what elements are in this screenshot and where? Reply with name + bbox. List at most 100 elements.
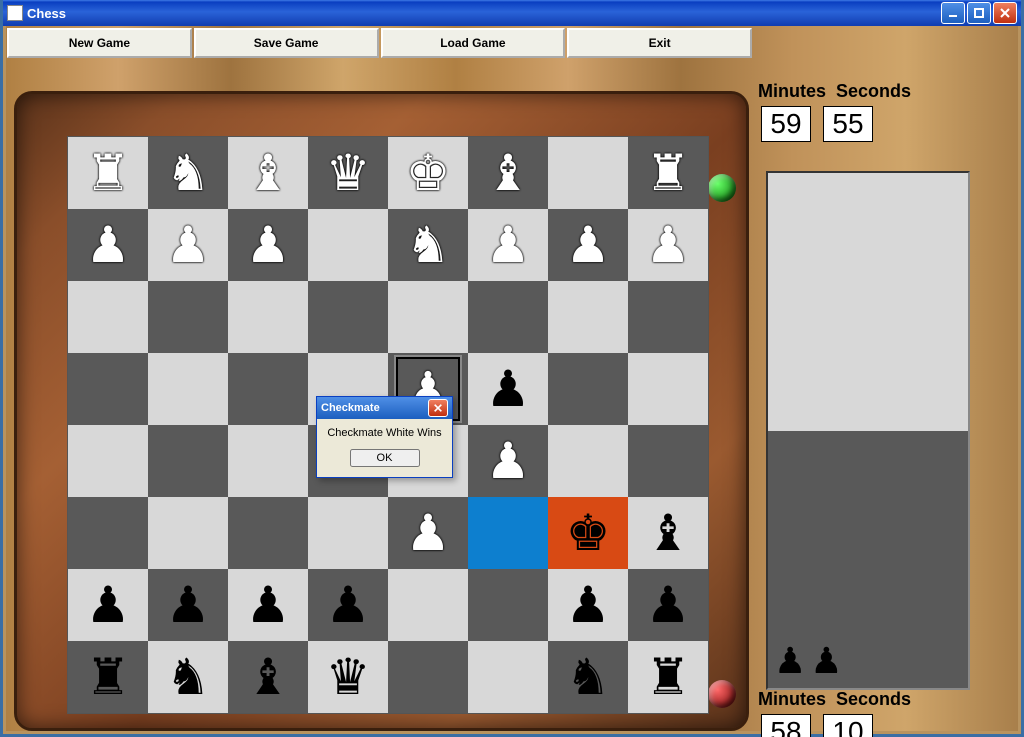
save-game-button[interactable]: Save Game [194, 28, 379, 58]
square-a1[interactable]: ♜ [68, 641, 148, 713]
captured-panel: ♟♟ [766, 171, 970, 690]
square-h8[interactable]: ♜ [628, 137, 708, 209]
square-b5[interactable] [148, 353, 228, 425]
square-g1[interactable]: ♞ [548, 641, 628, 713]
white-p-piece: ♟ [246, 220, 291, 270]
square-a4[interactable] [68, 425, 148, 497]
checkmate-dialog: Checkmate Checkmate White Wins OK [316, 396, 453, 478]
square-b6[interactable] [148, 281, 228, 353]
square-a3[interactable] [68, 497, 148, 569]
square-g7[interactable]: ♟ [548, 209, 628, 281]
dialog-titlebar[interactable]: Checkmate [317, 397, 452, 419]
square-a5[interactable] [68, 353, 148, 425]
square-c6[interactable] [228, 281, 308, 353]
titlebar[interactable]: Chess [3, 0, 1021, 26]
load-game-button[interactable]: Load Game [381, 28, 566, 58]
square-d2[interactable]: ♟ [308, 569, 388, 641]
square-e3[interactable]: ♟ [388, 497, 468, 569]
square-d3[interactable] [308, 497, 388, 569]
square-c1[interactable]: ♝ [228, 641, 308, 713]
square-d8[interactable]: ♛ [308, 137, 388, 209]
white-n-piece: ♞ [406, 220, 451, 270]
black-seconds-value: 10 [823, 714, 873, 737]
square-h1[interactable]: ♜ [628, 641, 708, 713]
black-p-piece: ♟ [486, 364, 531, 414]
square-e1[interactable] [388, 641, 468, 713]
square-c5[interactable] [228, 353, 308, 425]
white-q-piece: ♛ [326, 148, 371, 198]
square-d7[interactable] [308, 209, 388, 281]
white-turn-led [708, 174, 736, 202]
square-e8[interactable]: ♚ [388, 137, 468, 209]
square-d6[interactable] [308, 281, 388, 353]
white-p-piece: ♟ [406, 508, 451, 558]
square-b7[interactable]: ♟ [148, 209, 228, 281]
square-g3[interactable]: ♚ [548, 497, 628, 569]
square-b4[interactable] [148, 425, 228, 497]
square-f6[interactable] [468, 281, 548, 353]
white-p-piece: ♟ [486, 220, 531, 270]
close-button[interactable] [993, 2, 1017, 24]
square-h6[interactable] [628, 281, 708, 353]
app-icon [7, 5, 23, 21]
square-a7[interactable]: ♟ [68, 209, 148, 281]
square-c4[interactable] [228, 425, 308, 497]
new-game-button[interactable]: New Game [7, 28, 192, 58]
square-g4[interactable] [548, 425, 628, 497]
square-g8[interactable] [548, 137, 628, 209]
square-g6[interactable] [548, 281, 628, 353]
square-g5[interactable] [548, 353, 628, 425]
square-f7[interactable]: ♟ [468, 209, 548, 281]
window-title: Chess [27, 6, 941, 21]
black-seconds-label: Seconds [836, 689, 911, 710]
square-a6[interactable] [68, 281, 148, 353]
black-n-piece: ♞ [166, 652, 211, 702]
white-seconds-value: 55 [823, 106, 873, 142]
black-p-piece: ♟ [246, 580, 291, 630]
square-f5[interactable]: ♟ [468, 353, 548, 425]
square-e2[interactable] [388, 569, 468, 641]
square-c2[interactable]: ♟ [228, 569, 308, 641]
white-p-piece: ♟ [166, 220, 211, 270]
square-h5[interactable] [628, 353, 708, 425]
square-f2[interactable] [468, 569, 548, 641]
square-a2[interactable]: ♟ [68, 569, 148, 641]
square-c3[interactable] [228, 497, 308, 569]
dialog-close-button[interactable] [428, 399, 448, 417]
square-f4[interactable]: ♟ [468, 425, 548, 497]
captured-black-p-icon: ♟ [810, 640, 842, 682]
square-b1[interactable]: ♞ [148, 641, 228, 713]
square-c8[interactable]: ♝ [228, 137, 308, 209]
square-f1[interactable] [468, 641, 548, 713]
black-b-piece: ♝ [646, 508, 691, 558]
square-b8[interactable]: ♞ [148, 137, 228, 209]
square-h4[interactable] [628, 425, 708, 497]
square-d1[interactable]: ♛ [308, 641, 388, 713]
dialog-message: Checkmate White Wins [323, 427, 446, 439]
dialog-ok-button[interactable]: OK [350, 449, 420, 467]
maximize-button[interactable] [967, 2, 991, 24]
square-c7[interactable]: ♟ [228, 209, 308, 281]
black-turn-led [708, 680, 736, 708]
minimize-button[interactable] [941, 2, 965, 24]
white-n-piece: ♞ [166, 148, 211, 198]
white-p-piece: ♟ [486, 436, 531, 486]
white-p-piece: ♟ [566, 220, 611, 270]
white-p-piece: ♟ [86, 220, 131, 270]
square-h2[interactable]: ♟ [628, 569, 708, 641]
square-b2[interactable]: ♟ [148, 569, 228, 641]
square-h7[interactable]: ♟ [628, 209, 708, 281]
square-a8[interactable]: ♜ [68, 137, 148, 209]
square-g2[interactable]: ♟ [548, 569, 628, 641]
exit-button[interactable]: Exit [567, 28, 752, 58]
square-e7[interactable]: ♞ [388, 209, 468, 281]
square-f8[interactable]: ♝ [468, 137, 548, 209]
white-p-piece: ♟ [646, 220, 691, 270]
toolbar: New Game Save Game Load Game Exit [7, 28, 752, 58]
window-buttons [941, 2, 1017, 24]
black-r-piece: ♜ [86, 652, 131, 702]
square-f3[interactable] [468, 497, 548, 569]
square-e6[interactable] [388, 281, 468, 353]
square-b3[interactable] [148, 497, 228, 569]
square-h3[interactable]: ♝ [628, 497, 708, 569]
